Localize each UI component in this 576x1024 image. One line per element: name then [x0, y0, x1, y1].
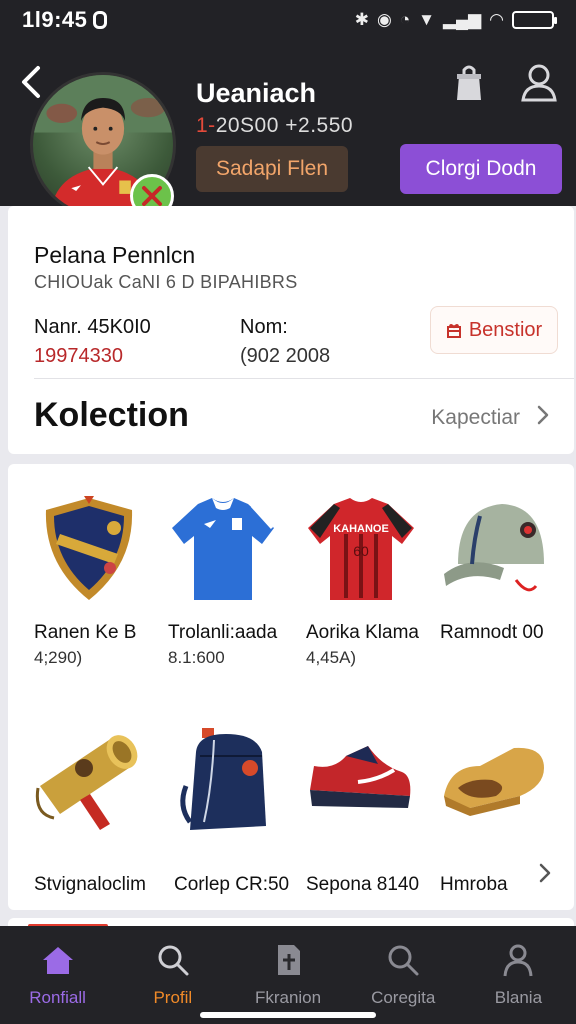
notification-icon	[93, 11, 108, 29]
nav-label-home: Ronfiall	[29, 988, 86, 1007]
bottom-nav: Ronfiall Profil Fkranion Coregita Blania	[0, 926, 576, 1024]
stat-left-label: Nanr. 45K0I0	[34, 316, 151, 338]
stat-mid: Nom: (902 2008	[240, 316, 330, 368]
collection-link-label: Kapectiar	[431, 406, 520, 429]
user-shape	[521, 64, 557, 102]
bag-shape	[457, 65, 481, 100]
cap-icon	[440, 494, 550, 604]
home-icon	[42, 947, 73, 974]
nav-label-documents: Fkranion	[254, 988, 322, 1007]
divider	[34, 378, 574, 379]
nav-item-home[interactable]: Ronfiall	[0, 926, 115, 1024]
do-not-disturb-icon: ◉	[377, 10, 392, 29]
sneaker-icon	[306, 726, 416, 836]
collection-item[interactable]: Ramnodt 00	[440, 494, 576, 648]
info-title: Pelana Pennlcn	[34, 242, 196, 268]
stats-prefix: 1-	[196, 114, 216, 137]
gift-icon	[446, 324, 461, 338]
home-indicator[interactable]	[200, 1012, 376, 1018]
svg-text:60: 60	[353, 543, 369, 559]
document-icon	[278, 945, 300, 975]
shopping-bag-icon[interactable]	[452, 62, 486, 102]
wifi-icon: ◠	[489, 10, 504, 29]
person-icon	[503, 944, 533, 977]
nav-item-account[interactable]: Blania	[461, 926, 576, 1024]
item-name: Aorika Klama	[306, 622, 419, 643]
nav-label-account: Blania	[494, 988, 543, 1007]
user-account-icon[interactable]	[520, 62, 558, 102]
item-name: Ramnodt 00	[440, 622, 544, 643]
alarm-icon: ◔	[399, 10, 411, 29]
collection-item[interactable]: Sepona 8140	[306, 726, 442, 896]
item-name: Sepona 8140	[306, 874, 420, 895]
item-price: 4,45A)	[306, 648, 357, 667]
item-name: Hmroba	[440, 874, 508, 895]
back-button[interactable]	[16, 62, 48, 102]
stat-left: Nanr. 45K0I0 19974330	[34, 316, 151, 368]
blue-jersey-icon	[168, 494, 278, 604]
status-time: 1l9:45	[22, 7, 108, 33]
item-price: 8.1:600	[168, 648, 225, 667]
next-items-chevron-icon[interactable]	[538, 862, 552, 889]
item-price: 4;290)	[34, 648, 83, 667]
chevron-left-icon	[22, 66, 40, 98]
red-jersey-icon: KAHANOE 60	[306, 494, 416, 604]
backpack-icon	[174, 726, 284, 836]
item-name: Corlep CR:50	[174, 874, 290, 895]
collection-view-all-link[interactable]: Kapectiar	[431, 404, 550, 432]
secondary-action-button[interactable]: Sadapi Flen	[196, 146, 348, 192]
item-name: Stvignaloclim	[34, 874, 146, 895]
item-name: Trolanli:aada	[168, 622, 278, 643]
nav-item-search[interactable]: Coregita	[346, 926, 461, 1024]
chevron-right-icon	[536, 404, 550, 432]
signal-bars-icon: ▂▄▆	[442, 10, 482, 29]
collection-item[interactable]: Stvignaloclim	[34, 726, 170, 896]
cellular-signal-icon: ▼	[418, 10, 435, 29]
profile-header: Ueaniach 1-20S00 +2.550 Sadapi Flen Clor…	[0, 40, 576, 218]
item-name: Ranen Ke B	[34, 622, 137, 643]
nav-label-search: Coregita	[371, 988, 436, 1007]
collection-item[interactable]: Trolanli:aada 8.1:600	[168, 494, 304, 668]
status-bar: 1l9:45 ✱ ◉ ◔ ▼ ▂▄▆ ◠	[0, 0, 576, 40]
bonus-button-label: Benstior	[468, 318, 543, 341]
collection-grid: Ranen Ke B 4;290) Trolanli:aada 8.1:600	[8, 464, 574, 910]
stat-left-value: 19974330	[34, 345, 123, 367]
jersey-text: KAHANOE	[333, 523, 389, 535]
search-icon	[158, 945, 189, 976]
collection-item[interactable]: Ranen Ke B 4;290)	[34, 494, 170, 668]
clock-text: 1l9:45	[22, 7, 88, 32]
battery-icon	[512, 11, 557, 29]
info-subtitle: CHIOUak CaNI 6 D BIPAHIBRS	[34, 272, 298, 292]
bluetooth-icon: ✱	[354, 10, 369, 29]
profile-stats: 1-20S00 +2.550	[196, 114, 353, 138]
collection-item[interactable]: Hmroba	[440, 726, 576, 896]
info-card: Pelana Pennlcn CHIOUak CaNI 6 D BIPAHIBR…	[8, 206, 574, 454]
shield-icon	[34, 494, 144, 604]
status-icons: ✱ ◉ ◔ ▼ ▂▄▆ ◠	[354, 10, 557, 30]
collection-item[interactable]: Corlep CR:50	[174, 726, 310, 896]
nav-item-documents[interactable]: Fkranion	[230, 926, 345, 1024]
golden-shoe-icon	[440, 726, 550, 836]
profile-name: Ueaniach	[196, 78, 317, 108]
stat-mid-value: (902 2008	[240, 345, 331, 367]
primary-action-button[interactable]: Clorgi Dodn	[400, 144, 562, 194]
bonus-button[interactable]: Benstior	[430, 306, 558, 354]
collection-title: Kolection	[34, 396, 189, 434]
golden-horn-icon	[34, 726, 144, 836]
nav-label-profile: Profil	[153, 988, 193, 1007]
nav-item-profile[interactable]: Profil	[115, 926, 230, 1024]
stat-mid-label: Nom:	[240, 316, 288, 338]
collection-item[interactable]: KAHANOE 60 Aorika Klama 4,45A)	[306, 494, 442, 668]
stats-value: 20S00 +2.550	[215, 114, 354, 137]
search-icon	[388, 945, 419, 976]
